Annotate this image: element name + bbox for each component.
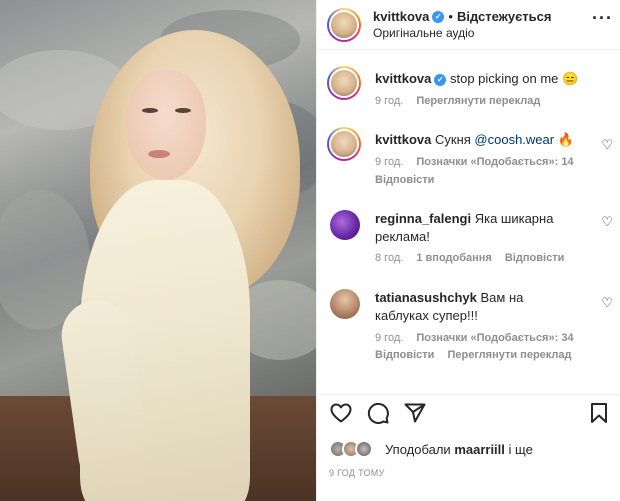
caption-meta: 9 год. Переглянути переклад <box>375 95 550 107</box>
header-title-row: kvittkova ✓ • Відстежується <box>373 8 551 26</box>
verified-badge-icon: ✓ <box>434 73 447 86</box>
likes-text[interactable]: Уподобали maarriill і ще <box>385 442 533 457</box>
post-header: kvittkova ✓ • Відстежується Оригінальне ауд… <box>317 0 620 50</box>
comment-avatar[interactable] <box>330 210 360 240</box>
eye-right <box>175 108 191 113</box>
caption-time[interactable]: 9 год. <box>375 95 403 107</box>
caption-text-row: kvittkova ✓ stop picking on me 😑 <box>375 70 595 88</box>
header-username[interactable]: kvittkova <box>373 9 429 24</box>
caption-avatar[interactable] <box>327 66 361 100</box>
heart-icon[interactable] <box>329 401 353 425</box>
comment-heart-icon[interactable]: ♡ <box>601 295 613 311</box>
comment-heart-icon[interactable]: ♡ <box>601 137 613 153</box>
comment-time[interactable]: 8 год. <box>375 252 403 264</box>
see-translation-button[interactable]: Переглянути переклад <box>416 95 540 107</box>
more-horizontal-icon[interactable]: ··· <box>592 8 613 29</box>
comment-heart-icon[interactable]: ♡ <box>601 214 613 230</box>
reply-button[interactable]: Відповісти <box>505 252 564 264</box>
comment-time[interactable]: 9 год. <box>375 332 403 344</box>
verified-badge-icon: ✓ <box>432 10 445 23</box>
comment-text-row: reginna_falengi Яка шикарна реклама! <box>375 210 575 246</box>
fire-emoji: 🔥 <box>557 132 574 147</box>
comment-meta: 9 год. Позначки «Подобається»: 34 <box>375 332 584 344</box>
post-timestamp[interactable]: 9 ГОД ТОМУ <box>329 468 385 478</box>
comment-time[interactable]: 9 год. <box>375 156 403 168</box>
action-bar <box>317 394 620 430</box>
comment-username[interactable]: kvittkova <box>375 132 431 147</box>
send-icon[interactable] <box>403 401 427 425</box>
reply-button[interactable]: Відповісти <box>375 349 434 361</box>
separator-dot: • <box>448 9 453 24</box>
eye-left <box>142 108 158 113</box>
caption-username[interactable]: kvittkova <box>375 71 431 86</box>
face <box>126 70 206 180</box>
caption-text: stop picking on me 😑 <box>450 71 579 86</box>
avatar[interactable] <box>327 8 361 42</box>
likes-prefix: Уподобали <box>385 442 455 457</box>
reply-button[interactable]: Відповісти <box>375 174 434 186</box>
audio-link[interactable]: Оригінальне аудіо <box>373 26 474 40</box>
comment-username[interactable]: tatianasushchyk <box>375 290 477 305</box>
bookmark-icon[interactable] <box>587 401 611 425</box>
comment-likes-count[interactable]: 1 вподобання <box>416 252 491 264</box>
mention-link[interactable]: @coosh.wear <box>474 132 554 147</box>
comment-text-row: kvittkova Сукня @coosh.wear 🔥 <box>375 131 595 149</box>
comment-avatar[interactable] <box>327 127 361 161</box>
post-photo[interactable] <box>0 0 316 501</box>
comment-likes-count[interactable]: Позначки «Подобається»: 14 <box>416 156 573 168</box>
comment-meta: 9 год. Позначки «Подобається»: 14 <box>375 156 584 168</box>
follow-status-button[interactable]: Відстежується <box>457 9 552 24</box>
comment-text-row: tatianasushchyk Вам на каблуках супер!!! <box>375 289 575 325</box>
see-translation-button[interactable]: Переглянути переклад <box>448 349 572 361</box>
lips <box>148 150 170 158</box>
comment-icon[interactable] <box>366 401 390 425</box>
comment-text: Сукня <box>435 132 475 147</box>
post-sidebar: kvittkova ✓ • Відстежується Оригінальне ауд… <box>316 0 620 501</box>
liker-avatar[interactable] <box>355 440 373 458</box>
liker-username[interactable]: maarriill <box>454 442 505 457</box>
likes-summary: Уподобали maarriill і ще <box>329 440 619 460</box>
comment-meta: 8 год. 1 вподобання Відповісти <box>375 252 574 264</box>
comment-username[interactable]: reginna_falengi <box>375 211 471 226</box>
comment-meta-row2: Відповісти Переглянути переклад <box>375 349 582 361</box>
likes-suffix: і ще <box>504 442 533 457</box>
comment-avatar[interactable] <box>330 289 360 319</box>
comment-likes-count[interactable]: Позначки «Подобається»: 34 <box>416 332 573 344</box>
